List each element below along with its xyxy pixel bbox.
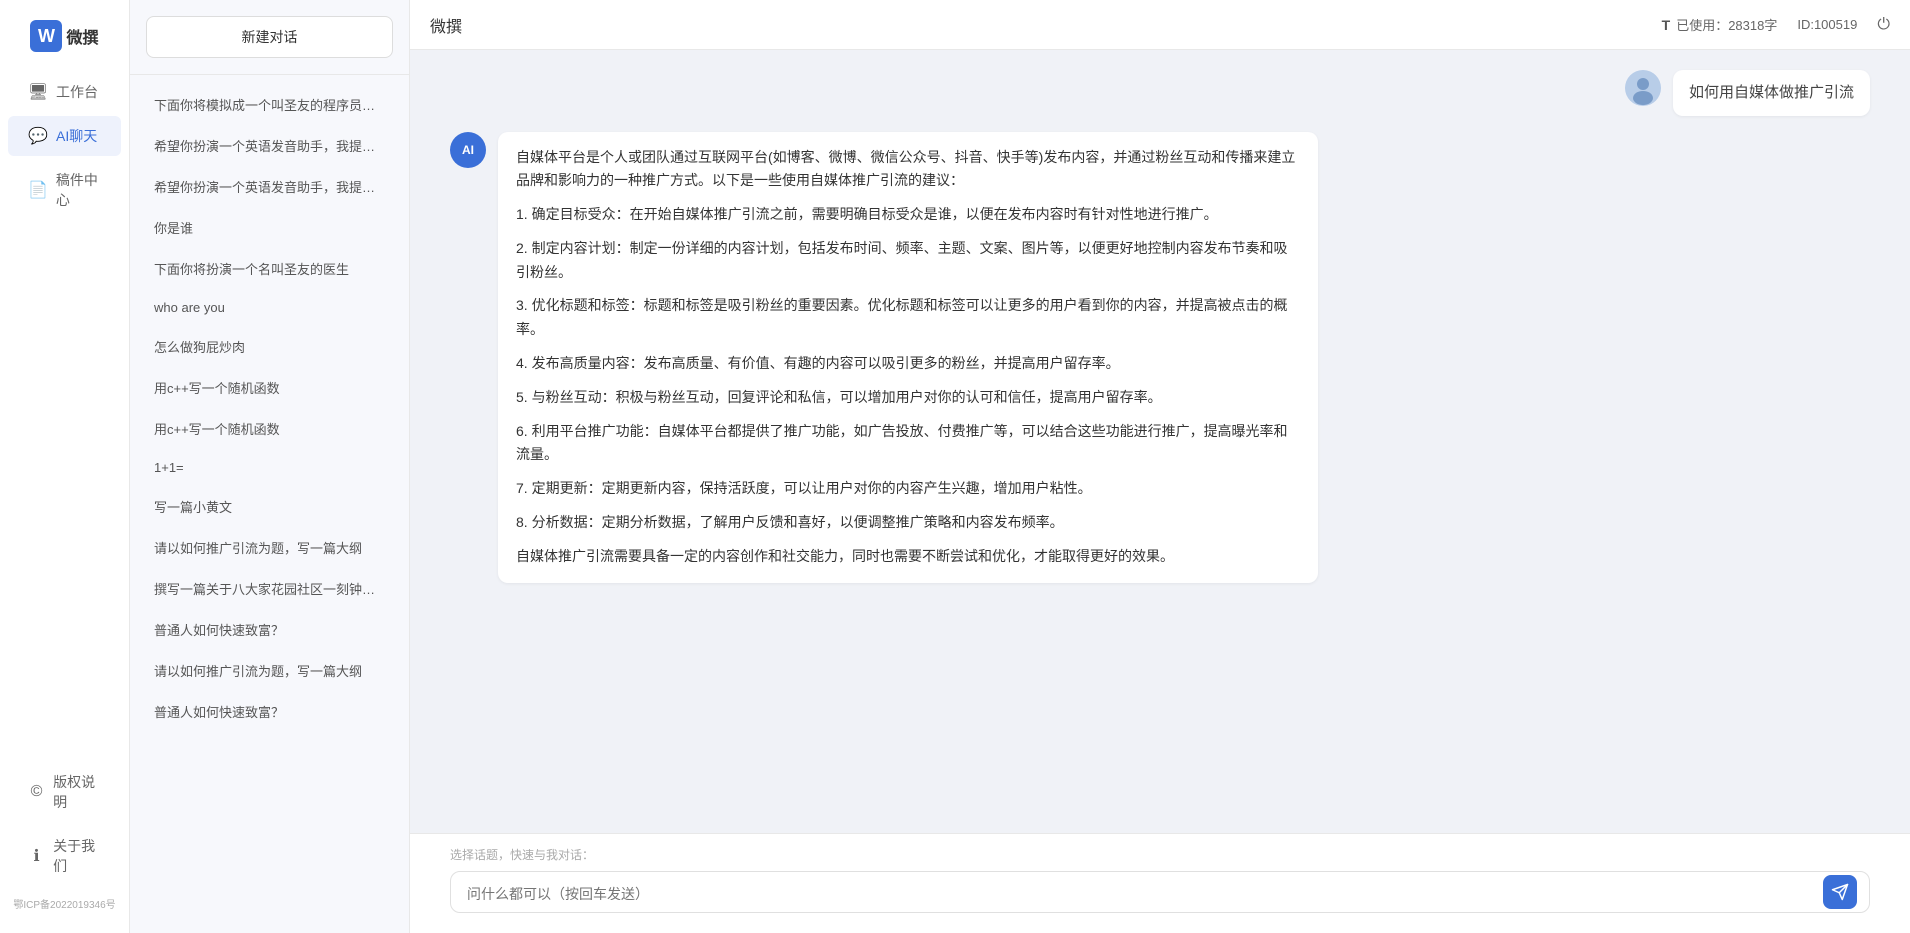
list-item[interactable]: who are you xyxy=(138,290,401,325)
ai-chat-label: AI聊天 xyxy=(56,126,97,146)
send-button[interactable] xyxy=(1823,875,1857,909)
response-para-7: 7. 定期更新：定期更新内容，保持活跃度，可以让用户对你的内容产生兴趣，增加用户… xyxy=(516,477,1300,501)
nav-bottom: © 版权说明 ℹ 关于我们 鄂ICP备2022019346号 xyxy=(0,762,129,933)
topbar-title: 微撰 xyxy=(430,13,462,37)
sidebar-item-about[interactable]: ℹ 关于我们 xyxy=(8,826,121,886)
response-para-6: 6. 利用平台推广功能：自媒体平台都提供了推广功能，如广告投放、付费推广等，可以… xyxy=(516,420,1300,468)
message-row-assistant: AI 自媒体平台是个人或团队通过互联网平台(如博客、微博、微信公众号、抖音、快手… xyxy=(450,132,1870,583)
left-navigation: W 微撰 🖥 工作台 💬 AI聊天 📄 稿件中心 © 版权说明 ℹ 关于我们 鄂… xyxy=(0,0,130,933)
list-item[interactable]: 用c++写一个随机函数 xyxy=(138,409,401,448)
user-id: ID:100519 xyxy=(1797,17,1857,32)
chat-history-list: 下面你将模拟成一个叫圣友的程序员、我说... 希望你扮演一个英语发音助手，我提供… xyxy=(130,75,409,933)
chat-sidebar: 新建对话 下面你将模拟成一个叫圣友的程序员、我说... 希望你扮演一个英语发音助… xyxy=(130,0,410,933)
list-item[interactable]: 请以如何推广引流为题，写一篇大纲 xyxy=(138,528,401,567)
sidebar-item-ai-chat[interactable]: 💬 AI聊天 xyxy=(8,116,121,156)
response-para-0: 自媒体平台是个人或团队通过互联网平台(如博客、微博、微信公众号、抖音、快手等)发… xyxy=(516,146,1300,194)
user-message: 如何用自媒体做推广引流 xyxy=(1673,70,1870,116)
response-para-4: 4. 发布高质量内容：发布高质量、有价值、有趣的内容可以吸引更多的粉丝，并提高用… xyxy=(516,352,1300,376)
response-para-2: 2. 制定内容计划：制定一份详细的内容计划，包括发布时间、频率、主题、文案、图片… xyxy=(516,237,1300,285)
usage-icon: T xyxy=(1662,17,1671,33)
drafts-label: 稿件中心 xyxy=(56,170,101,210)
assistant-message: 自媒体平台是个人或团队通过互联网平台(如博客、微博、微信公众号、抖音、快手等)发… xyxy=(498,132,1318,583)
workspace-icon: 🖥 xyxy=(28,82,48,102)
list-item[interactable]: 怎么做狗屁炒肉 xyxy=(138,327,401,366)
about-label: 关于我们 xyxy=(53,836,101,876)
sidebar-item-drafts[interactable]: 📄 稿件中心 xyxy=(8,160,121,220)
input-box xyxy=(450,871,1870,913)
chat-input[interactable] xyxy=(467,884,1819,900)
topbar: 微撰 T 已使用：28318字 ID:100519 ⏻ xyxy=(410,0,1910,50)
list-item[interactable]: 用c++写一个随机函数 xyxy=(138,368,401,407)
app-name: 微撰 xyxy=(66,24,98,48)
main-content: 微撰 T 已使用：28318字 ID:100519 ⏻ 如何用自媒体做推广引流 xyxy=(410,0,1910,933)
list-item[interactable]: 请以如何推广引流为题，写一篇大纲 xyxy=(138,651,401,690)
ai-avatar: AI xyxy=(450,132,486,168)
chat-area: 如何用自媒体做推广引流 AI 自媒体平台是个人或团队通过互联网平台(如博客、微博… xyxy=(410,50,1910,833)
copyright-icon: © xyxy=(28,782,45,802)
response-para-1: 1. 确定目标受众：在开始自媒体推广引流之前，需要明确目标受众是谁，以便在发布内… xyxy=(516,203,1300,227)
new-chat-button[interactable]: 新建对话 xyxy=(146,16,393,58)
list-item[interactable]: 你是谁 xyxy=(138,208,401,247)
list-item[interactable]: 写一篇小黄文 xyxy=(138,487,401,526)
list-item[interactable]: 下面你将扮演一个名叫圣友的医生 xyxy=(138,249,401,288)
response-para-8: 8. 分析数据：定期分析数据，了解用户反馈和喜好，以便调整推广策略和内容发布频率… xyxy=(516,511,1300,535)
nav-items: 🖥 工作台 💬 AI聊天 📄 稿件中心 xyxy=(0,72,129,762)
sidebar-header: 新建对话 xyxy=(130,0,409,75)
drafts-icon: 📄 xyxy=(28,180,48,200)
topbar-right: T 已使用：28318字 ID:100519 ⏻ xyxy=(1662,15,1890,34)
user-avatar xyxy=(1625,70,1661,106)
response-para-3: 3. 优化标题和标签：标题和标签是吸引粉丝的重要因素。优化标题和标签可以让更多的… xyxy=(516,294,1300,342)
list-item[interactable]: 普通人如何快速致富？ xyxy=(138,610,401,649)
usage-info: T 已使用：28318字 xyxy=(1662,15,1778,34)
workspace-label: 工作台 xyxy=(56,82,98,102)
logo-icon: W xyxy=(30,20,62,52)
icp-text: 鄂ICP备2022019346号 xyxy=(0,890,129,917)
list-item[interactable]: 下面你将模拟成一个叫圣友的程序员、我说... xyxy=(138,85,401,124)
list-item[interactable]: 普通人如何快速致富？ xyxy=(138,692,401,731)
copyright-label: 版权说明 xyxy=(53,772,101,812)
message-row-user: 如何用自媒体做推广引流 xyxy=(450,70,1870,116)
response-para-9: 自媒体推广引流需要具备一定的内容创作和社交能力，同时也需要不断尝试和优化，才能取… xyxy=(516,545,1300,569)
usage-text: 已使用：28318字 xyxy=(1676,15,1777,34)
about-icon: ℹ xyxy=(28,846,45,866)
response-para-5: 5. 与粉丝互动：积极与粉丝互动，回复评论和私信，可以增加用户对你的认可和信任，… xyxy=(516,386,1300,410)
sidebar-item-copyright[interactable]: © 版权说明 xyxy=(8,762,121,822)
input-area: 选择话题，快速与我对话： xyxy=(410,833,1910,933)
list-item[interactable]: 希望你扮演一个英语发音助手，我提供给你... xyxy=(138,167,401,206)
list-item[interactable]: 希望你扮演一个英语发音助手，我提供给你... xyxy=(138,126,401,165)
ai-chat-icon: 💬 xyxy=(28,126,48,146)
quick-select-label: 选择话题，快速与我对话： xyxy=(450,846,1870,863)
list-item[interactable]: 1+1= xyxy=(138,450,401,485)
logo-area: W 微撰 xyxy=(30,10,98,72)
sidebar-item-workspace[interactable]: 🖥 工作台 xyxy=(8,72,121,112)
power-icon[interactable]: ⏻ xyxy=(1877,16,1890,34)
list-item[interactable]: 撰写一篇关于八大家花园社区一刻钟便民生... xyxy=(138,569,401,608)
